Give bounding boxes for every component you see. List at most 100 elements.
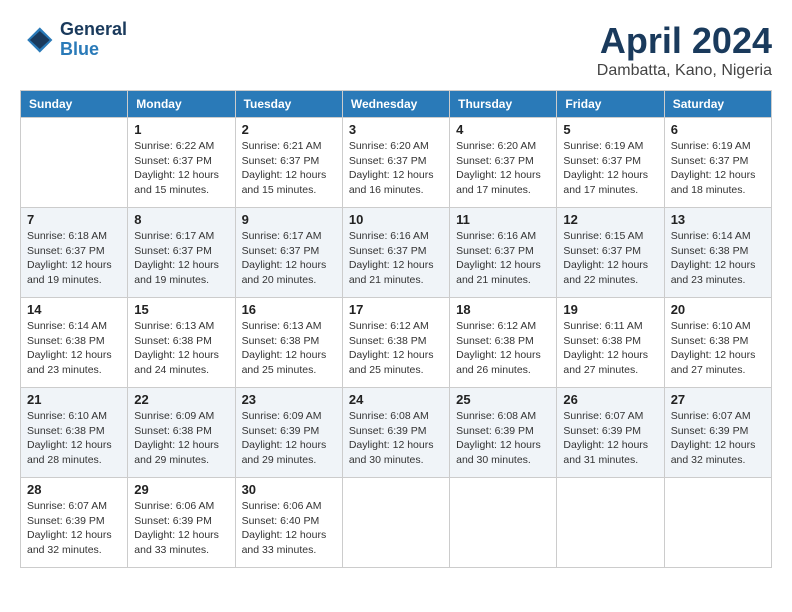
day-info: Sunrise: 6:20 AM Sunset: 6:37 PM Dayligh…	[349, 139, 443, 198]
day-info: Sunrise: 6:14 AM Sunset: 6:38 PM Dayligh…	[671, 229, 765, 288]
day-number: 2	[242, 122, 336, 137]
day-info: Sunrise: 6:06 AM Sunset: 6:40 PM Dayligh…	[242, 499, 336, 558]
day-info: Sunrise: 6:14 AM Sunset: 6:38 PM Dayligh…	[27, 319, 121, 378]
calendar-cell: 14 Sunrise: 6:14 AM Sunset: 6:38 PM Dayli…	[21, 298, 128, 388]
day-number: 14	[27, 302, 121, 317]
day-number: 27	[671, 392, 765, 407]
day-info: Sunrise: 6:11 AM Sunset: 6:38 PM Dayligh…	[563, 319, 657, 378]
title-block: April 2024 Dambatta, Kano, Nigeria	[597, 20, 772, 80]
calendar-cell: 18Sunrise: 6:12 AM Sunset: 6:38 PM Dayli…	[450, 298, 557, 388]
day-info: Sunrise: 6:09 AM Sunset: 6:38 PM Dayligh…	[134, 409, 228, 468]
calendar-cell: 25 Sunrise: 6:08 AM Sunset: 6:39 PM Dayli…	[450, 388, 557, 478]
day-info: Sunrise: 6:13 AM Sunset: 6:38 PM Dayligh…	[242, 319, 336, 378]
calendar-cell: 6Sunrise: 6:19 AM Sunset: 6:37 PM Daylig…	[664, 118, 771, 208]
day-info: Sunrise: 6:07 AM Sunset: 6:39 PM Dayligh…	[563, 409, 657, 468]
day-number: 21	[27, 392, 121, 407]
calendar-week-row: 28 Sunrise: 6:07 AM Sunset: 6:39 PM Dayli…	[21, 478, 772, 568]
logo-icon	[20, 22, 56, 58]
day-info: Sunrise: 6:10 AM Sunset: 6:38 PM Dayligh…	[671, 319, 765, 378]
day-info: Sunrise: 6:18 AM Sunset: 6:37 PM Dayligh…	[27, 229, 121, 288]
calendar-cell: 4 Sunrise: 6:20 AM Sunset: 6:37 PM Daylig…	[450, 118, 557, 208]
day-info: Sunrise: 6:19 AM Sunset: 6:37 PM Dayligh…	[563, 139, 657, 198]
calendar-cell: 7 Sunrise: 6:18 AM Sunset: 6:37 PM Daylig…	[21, 208, 128, 298]
logo-line2: Blue	[60, 40, 127, 60]
calendar-cell: 24 Sunrise: 6:08 AM Sunset: 6:39 PM Dayli…	[342, 388, 449, 478]
day-info: Sunrise: 6:07 AM Sunset: 6:39 PM Dayligh…	[671, 409, 765, 468]
calendar-cell: 11 Sunrise: 6:16 AM Sunset: 6:37 PM Dayli…	[450, 208, 557, 298]
day-number: 30	[242, 482, 336, 497]
day-info: Sunrise: 6:21 AM Sunset: 6:37 PM Dayligh…	[242, 139, 336, 198]
calendar-cell: 8Sunrise: 6:17 AM Sunset: 6:37 PM Daylig…	[128, 208, 235, 298]
calendar-cell: 17 Sunrise: 6:12 AM Sunset: 6:38 PM Dayli…	[342, 298, 449, 388]
calendar-week-row: 14 Sunrise: 6:14 AM Sunset: 6:38 PM Dayli…	[21, 298, 772, 388]
day-number: 5	[563, 122, 657, 137]
calendar-cell: 1Sunrise: 6:22 AM Sunset: 6:37 PM Daylig…	[128, 118, 235, 208]
day-info: Sunrise: 6:06 AM Sunset: 6:39 PM Dayligh…	[134, 499, 228, 558]
day-number: 9	[242, 212, 336, 227]
day-number: 20	[671, 302, 765, 317]
weekday-header-wednesday: Wednesday	[342, 91, 449, 118]
day-number: 3	[349, 122, 443, 137]
calendar-cell: 16 Sunrise: 6:13 AM Sunset: 6:38 PM Dayli…	[235, 298, 342, 388]
day-info: Sunrise: 6:12 AM Sunset: 6:38 PM Dayligh…	[349, 319, 443, 378]
day-number: 16	[242, 302, 336, 317]
weekday-header-friday: Friday	[557, 91, 664, 118]
calendar-cell: 3 Sunrise: 6:20 AM Sunset: 6:37 PM Daylig…	[342, 118, 449, 208]
calendar-cell: 12 Sunrise: 6:15 AM Sunset: 6:37 PM Dayli…	[557, 208, 664, 298]
day-number: 7	[27, 212, 121, 227]
day-info: Sunrise: 6:10 AM Sunset: 6:38 PM Dayligh…	[27, 409, 121, 468]
logo-line1: General	[60, 20, 127, 40]
day-number: 23	[242, 392, 336, 407]
calendar-cell: 28 Sunrise: 6:07 AM Sunset: 6:39 PM Dayli…	[21, 478, 128, 568]
day-number: 28	[27, 482, 121, 497]
calendar-cell	[450, 478, 557, 568]
calendar-cell	[557, 478, 664, 568]
calendar-cell: 23 Sunrise: 6:09 AM Sunset: 6:39 PM Dayli…	[235, 388, 342, 478]
day-number: 15	[134, 302, 228, 317]
weekday-header-monday: Monday	[128, 91, 235, 118]
day-number: 11	[456, 212, 550, 227]
weekday-header-thursday: Thursday	[450, 91, 557, 118]
day-info: Sunrise: 6:16 AM Sunset: 6:37 PM Dayligh…	[456, 229, 550, 288]
day-info: Sunrise: 6:20 AM Sunset: 6:37 PM Dayligh…	[456, 139, 550, 198]
calendar-cell: 29Sunrise: 6:06 AM Sunset: 6:39 PM Dayli…	[128, 478, 235, 568]
calendar-cell: 27 Sunrise: 6:07 AM Sunset: 6:39 PM Dayli…	[664, 388, 771, 478]
calendar-cell: 19Sunrise: 6:11 AM Sunset: 6:38 PM Dayli…	[557, 298, 664, 388]
day-info: Sunrise: 6:15 AM Sunset: 6:37 PM Dayligh…	[563, 229, 657, 288]
calendar-cell: 13 Sunrise: 6:14 AM Sunset: 6:38 PM Dayli…	[664, 208, 771, 298]
weekday-header-saturday: Saturday	[664, 91, 771, 118]
day-number: 10	[349, 212, 443, 227]
day-number: 22	[134, 392, 228, 407]
day-info: Sunrise: 6:07 AM Sunset: 6:39 PM Dayligh…	[27, 499, 121, 558]
calendar-week-row: 1Sunrise: 6:22 AM Sunset: 6:37 PM Daylig…	[21, 118, 772, 208]
day-info: Sunrise: 6:17 AM Sunset: 6:37 PM Dayligh…	[134, 229, 228, 288]
logo: General Blue	[20, 20, 127, 60]
calendar-cell: 22 Sunrise: 6:09 AM Sunset: 6:38 PM Dayli…	[128, 388, 235, 478]
day-info: Sunrise: 6:16 AM Sunset: 6:37 PM Dayligh…	[349, 229, 443, 288]
day-number: 17	[349, 302, 443, 317]
calendar-cell: 26Sunrise: 6:07 AM Sunset: 6:39 PM Dayli…	[557, 388, 664, 478]
day-number: 12	[563, 212, 657, 227]
calendar-cell: 9 Sunrise: 6:17 AM Sunset: 6:37 PM Daylig…	[235, 208, 342, 298]
day-number: 18	[456, 302, 550, 317]
day-number: 1	[134, 122, 228, 137]
day-number: 24	[349, 392, 443, 407]
day-number: 4	[456, 122, 550, 137]
day-info: Sunrise: 6:08 AM Sunset: 6:39 PM Dayligh…	[349, 409, 443, 468]
weekday-header-row: SundayMondayTuesdayWednesdayThursdayFrid…	[21, 91, 772, 118]
calendar-cell: 10 Sunrise: 6:16 AM Sunset: 6:37 PM Dayli…	[342, 208, 449, 298]
month-title: April 2024	[597, 20, 772, 62]
calendar-cell: 15Sunrise: 6:13 AM Sunset: 6:38 PM Dayli…	[128, 298, 235, 388]
calendar-week-row: 21 Sunrise: 6:10 AM Sunset: 6:38 PM Dayli…	[21, 388, 772, 478]
location: Dambatta, Kano, Nigeria	[597, 62, 772, 80]
page-header: General Blue April 2024 Dambatta, Kano, …	[20, 20, 772, 80]
calendar-table: SundayMondayTuesdayWednesdayThursdayFrid…	[20, 90, 772, 568]
day-info: Sunrise: 6:09 AM Sunset: 6:39 PM Dayligh…	[242, 409, 336, 468]
day-number: 13	[671, 212, 765, 227]
day-info: Sunrise: 6:17 AM Sunset: 6:37 PM Dayligh…	[242, 229, 336, 288]
day-number: 25	[456, 392, 550, 407]
day-info: Sunrise: 6:08 AM Sunset: 6:39 PM Dayligh…	[456, 409, 550, 468]
weekday-header-tuesday: Tuesday	[235, 91, 342, 118]
calendar-cell	[342, 478, 449, 568]
day-info: Sunrise: 6:19 AM Sunset: 6:37 PM Dayligh…	[671, 139, 765, 198]
